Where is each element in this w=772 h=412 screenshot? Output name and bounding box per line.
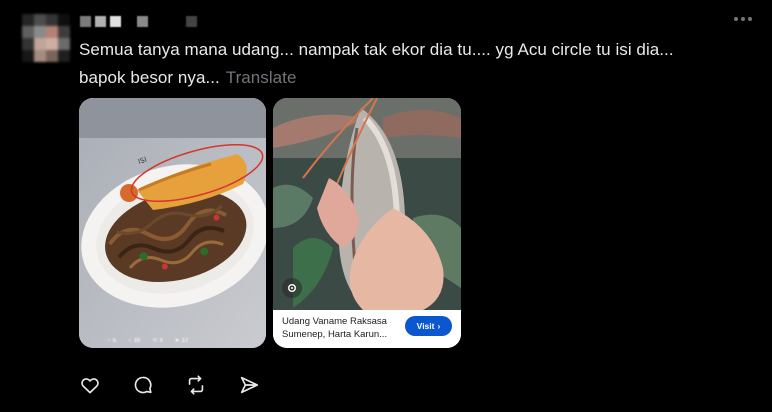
- comment-icon: [134, 376, 152, 394]
- stat-retweet: ○ 10: [127, 337, 141, 344]
- image-stats-overlay: ○ 5 ○ 10 ⟲ 3 ➤ 17: [107, 337, 189, 345]
- prawn-photo: [273, 98, 461, 310]
- ad-bar: Udang Vaname Raksasa Sumenep, Harta Karu…: [273, 310, 461, 348]
- action-bar: [78, 373, 290, 397]
- share-button[interactable]: [237, 373, 261, 397]
- media-image-food[interactable]: ISI ○ 5 ○ 10 ⟲ 3 ➤ 17: [79, 98, 266, 348]
- ad-title[interactable]: Udang Vaname Raksasa Sumenep, Harta Karu…: [282, 315, 402, 341]
- visit-label: Visit: [416, 321, 435, 331]
- user-name-blurred[interactable]: [80, 14, 197, 28]
- stat-views: ➤ 17: [174, 337, 189, 345]
- retweet-button[interactable]: [184, 373, 208, 397]
- food-photo: ISI: [79, 98, 266, 348]
- translate-link[interactable]: Translate: [226, 68, 297, 87]
- tweet: Semua tanya mana udang... nampak tak eko…: [0, 0, 772, 412]
- prawn-photo-graphic: [273, 98, 461, 310]
- lens-icon[interactable]: [282, 278, 302, 298]
- reply-button[interactable]: [131, 373, 155, 397]
- send-icon: [240, 376, 259, 394]
- tweet-text-line-2-content: bapok besor nya...: [79, 68, 220, 87]
- more-options-icon[interactable]: [732, 12, 754, 26]
- stat-reply: ○ 5: [107, 337, 116, 344]
- heart-icon: [81, 378, 99, 394]
- like-button[interactable]: [78, 373, 102, 397]
- visit-button[interactable]: Visit ›: [405, 316, 452, 336]
- avatar[interactable]: [22, 14, 70, 62]
- tweet-text-line-1: Semua tanya mana udang... nampak tak eko…: [79, 40, 674, 59]
- chevron-right-icon: ›: [437, 321, 441, 331]
- media-image-prawn-ad[interactable]: Udang Vaname Raksasa Sumenep, Harta Karu…: [273, 98, 461, 348]
- tweet-text: Semua tanya mana udang... nampak tak eko…: [79, 36, 749, 92]
- tweet-text-line-2: bapok besor nya... Translate: [79, 64, 749, 92]
- stat-like: ⟲ 3: [152, 337, 163, 345]
- retweet-icon: [188, 375, 204, 395]
